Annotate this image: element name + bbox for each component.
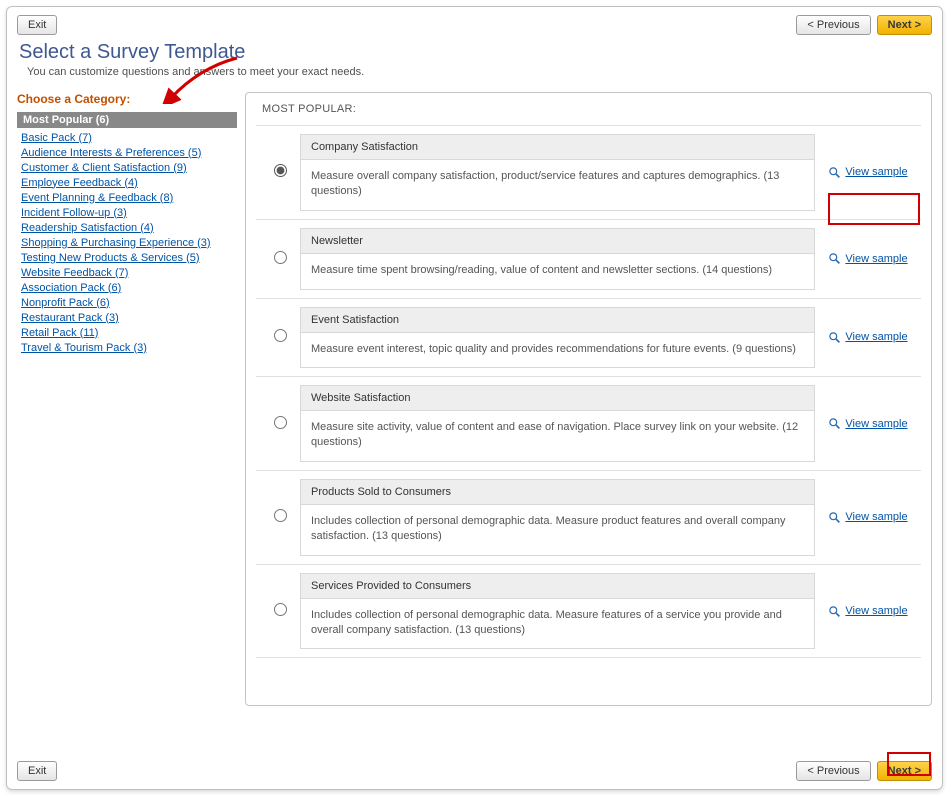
category-link[interactable]: Employee Feedback (4) xyxy=(17,175,237,190)
template-row: Services Provided to Consumers Includes … xyxy=(256,564,921,659)
previous-button-top[interactable]: < Previous xyxy=(796,15,870,35)
exit-button-top[interactable]: Exit xyxy=(17,15,57,35)
category-link[interactable]: Shopping & Purchasing Experience (3) xyxy=(17,235,237,250)
category-link[interactable]: Event Planning & Feedback (8) xyxy=(17,190,237,205)
template-title: Event Satisfaction xyxy=(301,308,814,333)
template-desc: Measure event interest, topic quality an… xyxy=(301,333,814,368)
category-sidebar: Choose a Category: Most Popular (6) Basi… xyxy=(17,92,237,706)
template-row: Event Satisfaction Measure event interes… xyxy=(256,298,921,377)
template-radio[interactable] xyxy=(274,416,287,429)
template-desc: Measure site activity, value of content … xyxy=(301,411,814,461)
sidebar-heading: Choose a Category: xyxy=(17,92,237,106)
page-title: Select a Survey Template xyxy=(19,41,932,64)
magnifier-icon xyxy=(828,511,841,524)
category-link[interactable]: Website Feedback (7) xyxy=(17,265,237,280)
magnifier-icon xyxy=(828,331,841,344)
category-link[interactable]: Association Pack (6) xyxy=(17,280,237,295)
template-radio[interactable] xyxy=(274,329,287,342)
view-sample-link[interactable]: View sample xyxy=(845,605,907,617)
top-toolbar: Exit < Previous Next > xyxy=(17,15,932,35)
previous-button-bottom[interactable]: < Previous xyxy=(796,761,870,781)
template-desc: Measure overall company satisfaction, pr… xyxy=(301,160,814,210)
view-sample-link[interactable]: View sample xyxy=(845,253,907,265)
view-sample-link[interactable]: View sample xyxy=(845,331,907,343)
template-desc: Measure time spent browsing/reading, val… xyxy=(301,254,814,289)
category-link[interactable]: Restaurant Pack (3) xyxy=(17,310,237,325)
template-radio[interactable] xyxy=(274,164,287,177)
template-row: Products Sold to Consumers Includes coll… xyxy=(256,470,921,564)
view-sample-link[interactable]: View sample xyxy=(845,166,907,178)
category-link[interactable]: Testing New Products & Services (5) xyxy=(17,250,237,265)
category-link[interactable]: Incident Follow-up (3) xyxy=(17,205,237,220)
template-title: Products Sold to Consumers xyxy=(301,480,814,505)
page-subtitle: You can customize questions and answers … xyxy=(27,66,932,78)
magnifier-icon xyxy=(828,166,841,179)
template-radio[interactable] xyxy=(274,251,287,264)
exit-button-bottom[interactable]: Exit xyxy=(17,761,57,781)
category-link[interactable]: Nonprofit Pack (6) xyxy=(17,295,237,310)
template-row: Website Satisfaction Measure site activi… xyxy=(256,376,921,470)
category-link[interactable]: Customer & Client Satisfaction (9) xyxy=(17,160,237,175)
view-sample-link[interactable]: View sample xyxy=(845,418,907,430)
category-link[interactable]: Travel & Tourism Pack (3) xyxy=(17,340,237,355)
template-title: Company Satisfaction xyxy=(301,135,814,160)
next-button-bottom[interactable]: Next > xyxy=(877,761,932,781)
next-button-top[interactable]: Next > xyxy=(877,15,932,35)
template-panel: MOST POPULAR: Company Satisfaction Measu… xyxy=(245,92,932,706)
category-active[interactable]: Most Popular (6) xyxy=(17,112,237,128)
category-link[interactable]: Basic Pack (7) xyxy=(17,130,237,145)
template-title: Services Provided to Consumers xyxy=(301,574,814,599)
template-row: Newsletter Measure time spent browsing/r… xyxy=(256,219,921,298)
category-link[interactable]: Audience Interests & Preferences (5) xyxy=(17,145,237,160)
template-title: Website Satisfaction xyxy=(301,386,814,411)
magnifier-icon xyxy=(828,605,841,618)
template-desc: Includes collection of personal demograp… xyxy=(301,599,814,649)
template-radio[interactable] xyxy=(274,509,287,522)
panel-header: MOST POPULAR: xyxy=(262,103,915,115)
view-sample-link[interactable]: View sample xyxy=(845,511,907,523)
template-radio[interactable] xyxy=(274,603,287,616)
category-link[interactable]: Readership Satisfaction (4) xyxy=(17,220,237,235)
content-row: Choose a Category: Most Popular (6) Basi… xyxy=(17,92,932,706)
template-row: Company Satisfaction Measure overall com… xyxy=(256,125,921,219)
magnifier-icon xyxy=(828,252,841,265)
dialog-frame: Exit < Previous Next > Select a Survey T… xyxy=(6,6,943,790)
template-title: Newsletter xyxy=(301,229,814,254)
bottom-toolbar: Exit < Previous Next > xyxy=(17,761,932,781)
template-desc: Includes collection of personal demograp… xyxy=(301,505,814,555)
magnifier-icon xyxy=(828,417,841,430)
category-link[interactable]: Retail Pack (11) xyxy=(17,325,237,340)
